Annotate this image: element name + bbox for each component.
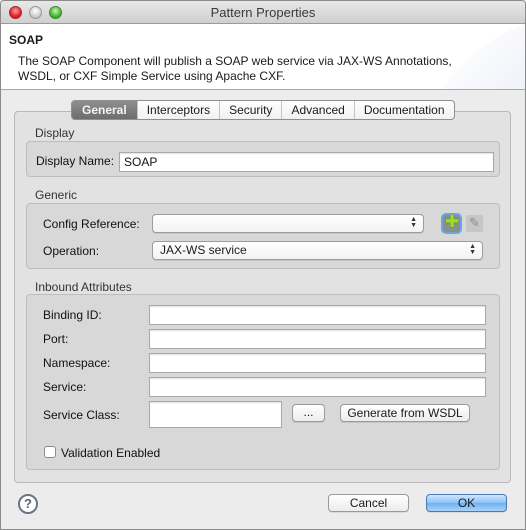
tab-bar: General Interceptors Security Advanced D… <box>71 100 455 120</box>
header-description: The SOAP Component will publish a SOAP w… <box>18 54 452 83</box>
port-input[interactable] <box>149 329 486 349</box>
service-class-input[interactable] <box>149 401 282 428</box>
plus-icon: ✚ <box>445 212 460 231</box>
binding-id-input[interactable] <box>149 305 486 325</box>
namespace-input[interactable] <box>149 353 486 373</box>
tab-security[interactable]: Security <box>219 101 281 119</box>
display-section-label: Display <box>35 126 75 140</box>
namespace-label: Namespace: <box>43 356 111 370</box>
tab-advanced[interactable]: Advanced <box>281 101 353 119</box>
browse-button[interactable]: ... <box>292 404 325 422</box>
operation-value: JAX-WS service <box>160 243 247 257</box>
tab-documentation[interactable]: Documentation <box>353 101 454 119</box>
cancel-button[interactable]: Cancel <box>328 494 409 512</box>
pencil-icon: ✎ <box>469 215 480 230</box>
tab-interceptors[interactable]: Interceptors <box>136 101 219 119</box>
service-input[interactable] <box>149 377 486 397</box>
tab-general[interactable]: General <box>72 101 137 119</box>
dialog-header: SOAP The SOAP Component will publish a S… <box>1 24 525 90</box>
generic-section-label: Generic <box>35 188 78 202</box>
edit-config-button[interactable]: ✎ <box>466 215 483 232</box>
display-name-input[interactable] <box>119 152 494 172</box>
validation-enabled-checkbox[interactable] <box>44 446 56 458</box>
updown-arrows-icon: ▲ ▼ <box>469 243 476 256</box>
generate-from-wsdl-button[interactable]: Generate from WSDL <box>340 404 470 422</box>
config-reference-select[interactable]: ▲ ▼ <box>152 214 424 233</box>
validation-enabled-label: Validation Enabled <box>61 446 161 460</box>
help-icon[interactable]: ? <box>18 494 38 514</box>
service-class-label: Service Class: <box>43 408 120 422</box>
port-label: Port: <box>43 332 69 346</box>
operation-select[interactable]: JAX-WS service ▲ ▼ <box>152 241 483 260</box>
config-reference-label: Config Reference: <box>43 217 140 231</box>
ok-button[interactable]: OK <box>426 494 507 512</box>
pattern-properties-dialog: Pattern Properties SOAP The SOAP Compone… <box>0 0 526 530</box>
binding-id-label: Binding ID: <box>43 308 102 322</box>
header-title: SOAP <box>9 33 44 47</box>
updown-arrows-icon: ▲ ▼ <box>410 216 417 229</box>
operation-label: Operation: <box>43 244 100 258</box>
service-label: Service: <box>43 380 87 394</box>
inbound-section-label: Inbound Attributes <box>35 280 132 294</box>
display-name-label: Display Name: <box>36 154 115 168</box>
window-title: Pattern Properties <box>210 5 316 20</box>
add-config-button[interactable]: ✚ <box>443 212 460 232</box>
title-bar: Pattern Properties <box>1 1 525 24</box>
